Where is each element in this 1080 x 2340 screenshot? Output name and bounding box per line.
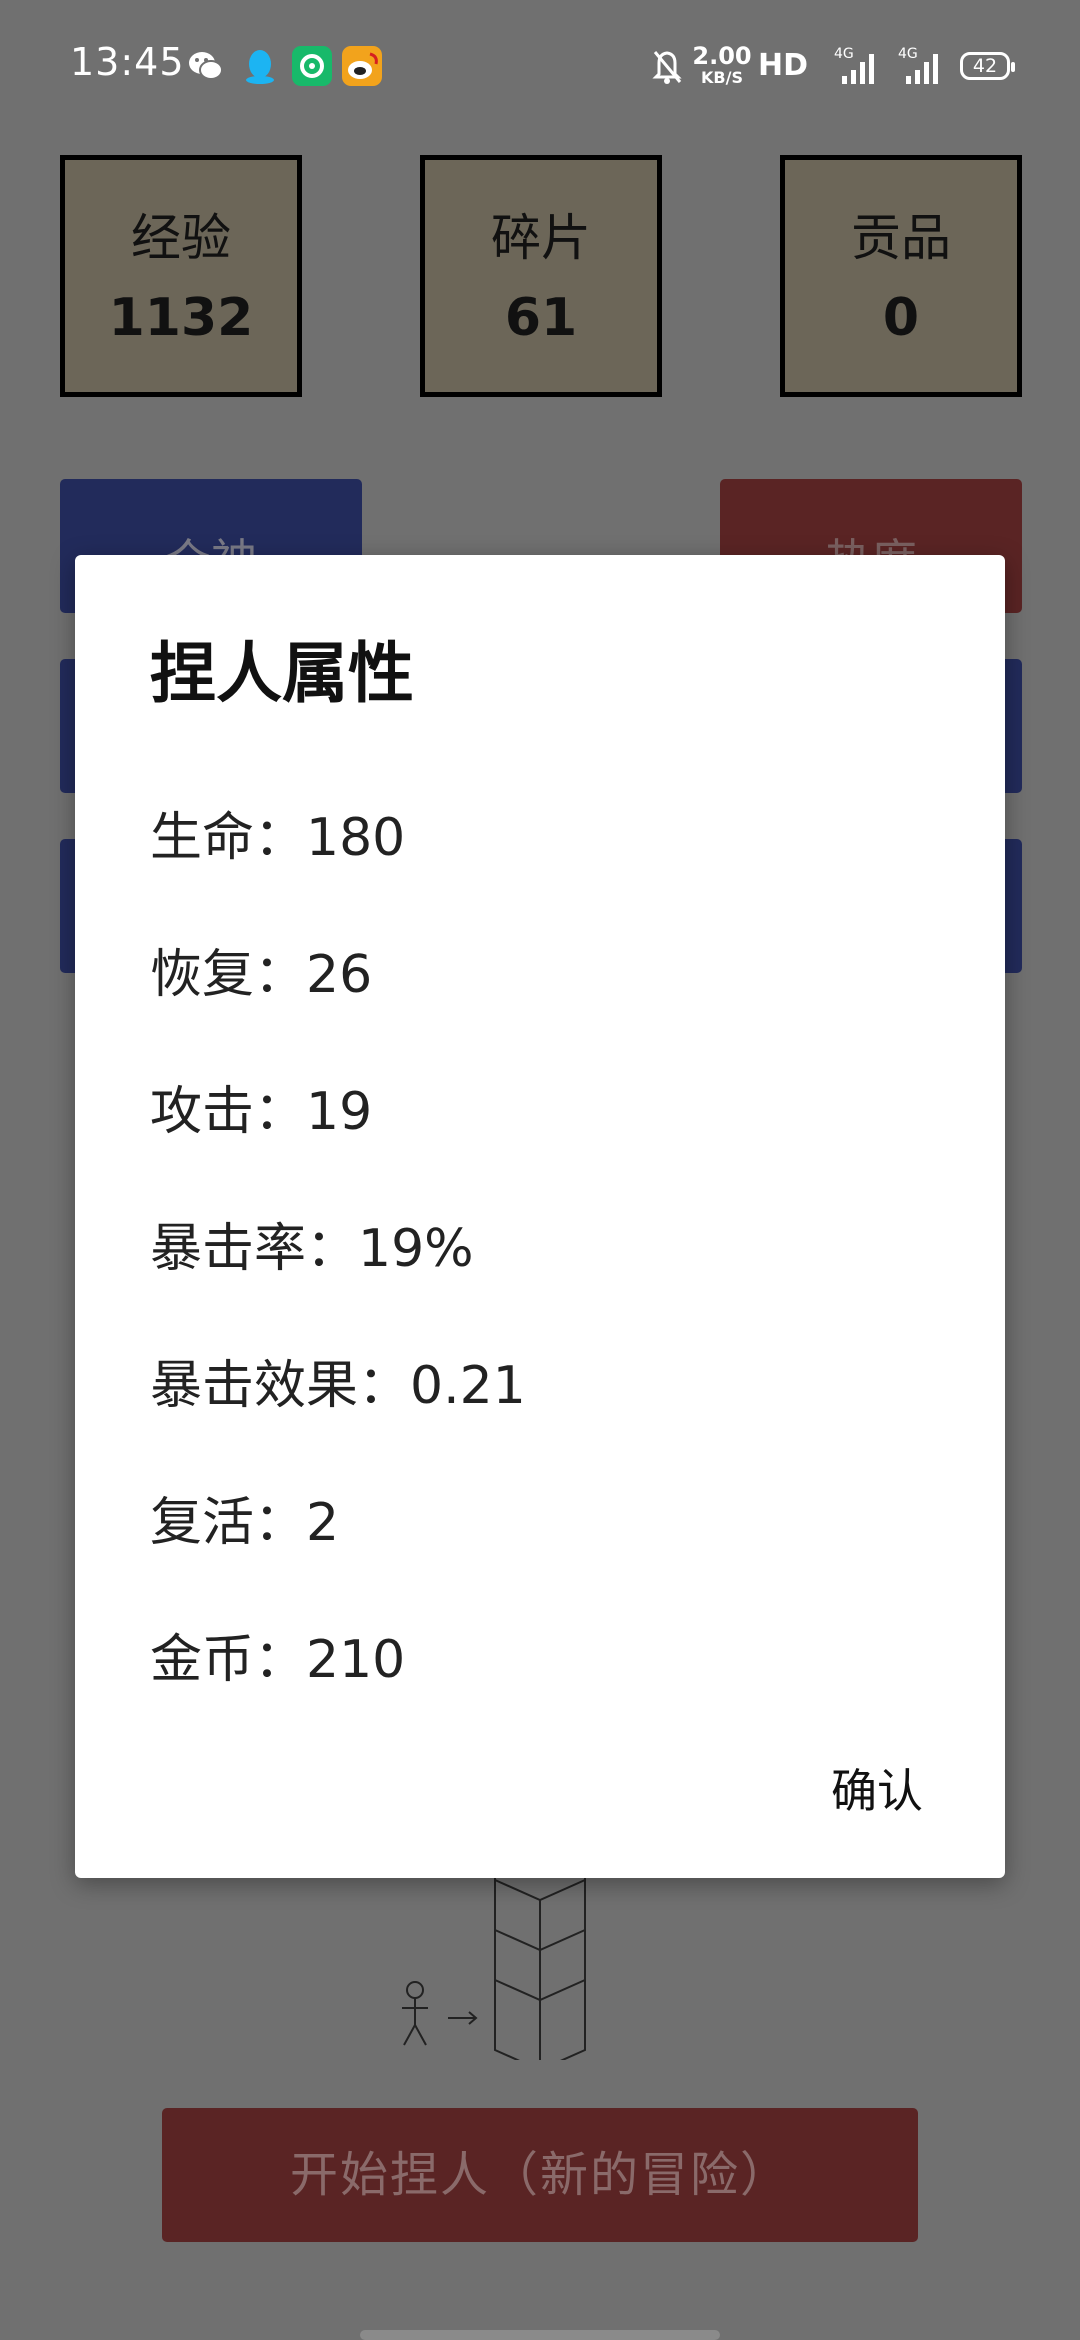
tribute-stat-box: 贡品 0 <box>780 155 1022 397</box>
network-speed-unit: KB/S <box>701 68 743 87</box>
bell-muted-icon <box>652 51 682 84</box>
attr-crit-rate: 暴击率：19% <box>150 1219 474 1279</box>
attr-hp: 生命：180 <box>150 808 406 868</box>
attr-crit-effect: 暴击效果：0.21 <box>150 1356 526 1416</box>
exp-stat-box: 经验 1132 <box>60 155 302 397</box>
signal-4g-icon: 4G <box>898 46 938 84</box>
status-time: 13:45 <box>70 40 185 84</box>
network-speed: 2.00 KB/S <box>692 44 752 88</box>
exp-label: 经验 <box>131 209 231 267</box>
svg-text:4G: 4G <box>834 46 854 62</box>
exp-value: 1132 <box>108 288 254 348</box>
tribute-label: 贡品 <box>851 209 951 267</box>
attr-attack: 攻击：19 <box>150 1082 373 1142</box>
home-indicator[interactable] <box>360 2330 720 2340</box>
dialog-title: 捏人属性 <box>150 635 414 712</box>
qq-icon <box>246 50 274 84</box>
attributes-dialog: 捏人属性 生命：180 恢复：26 攻击：19 暴击率：19% 暴击效果：0.2… <box>75 555 1005 1878</box>
battery-icon: 42 <box>960 52 1015 80</box>
hd-indicator: HD <box>758 48 809 83</box>
attr-gold: 金币：210 <box>150 1630 406 1690</box>
fragment-label: 碎片 <box>491 209 591 267</box>
start-adventure-button[interactable]: 开始捏人（新的冒险） <box>162 2108 918 2242</box>
wechat-icon <box>189 52 223 80</box>
signal-4g-icon: 4G <box>834 46 874 84</box>
tribute-value: 0 <box>882 288 920 348</box>
fragment-stat-box: 碎片 61 <box>420 155 662 397</box>
weibo-icon <box>342 46 382 86</box>
green-app-icon <box>292 46 332 86</box>
svg-text:4G: 4G <box>898 46 918 62</box>
tower-illustration <box>402 1860 586 2060</box>
attr-revive: 复活：2 <box>150 1493 340 1553</box>
status-bar: 13:45 2.00 KB/S HD 4G 4G 42 <box>0 0 1080 130</box>
fragment-value: 61 <box>504 288 578 348</box>
network-speed-value: 2.00 <box>692 42 752 70</box>
confirm-button[interactable]: 确认 <box>831 1755 923 1821</box>
attr-regen: 恢复：26 <box>150 945 373 1005</box>
